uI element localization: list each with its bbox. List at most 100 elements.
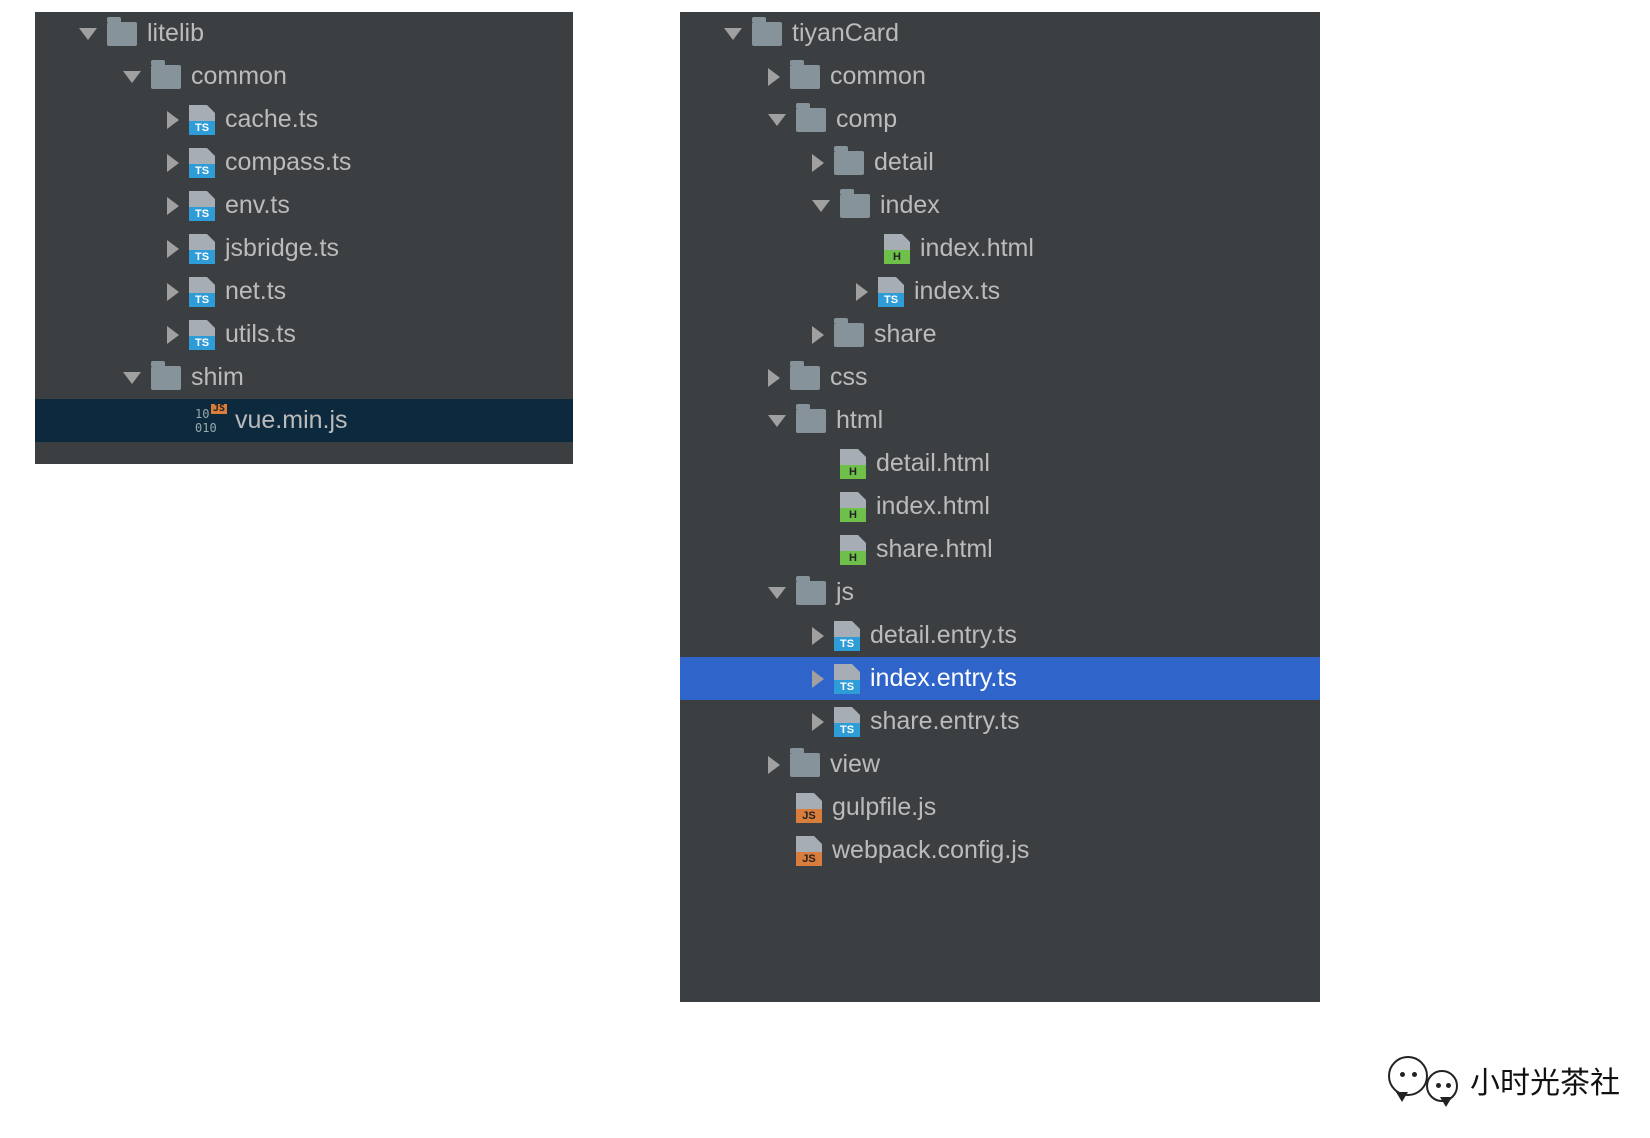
tree-file-selected[interactable]: 10010JS vue.min.js [35, 399, 573, 442]
watermark-text: 小时光茶社 [1470, 1058, 1620, 1102]
chevron-down-icon [123, 71, 141, 83]
tree-file[interactable]: H index.html [680, 227, 1320, 270]
tree-folder-html[interactable]: html [680, 399, 1320, 442]
file-label: share.entry.ts [870, 707, 1020, 736]
chevron-down-icon [79, 28, 97, 40]
chevron-right-icon [768, 68, 780, 86]
chevron-right-icon [167, 240, 179, 258]
tree-folder-shim[interactable]: shim [35, 356, 573, 399]
chevron-right-icon [167, 283, 179, 301]
tree-file[interactable]: TS share.entry.ts [680, 700, 1320, 743]
folder-icon [834, 151, 864, 175]
file-label: vue.min.js [235, 406, 348, 435]
folder-label: common [191, 62, 287, 91]
html-file-icon: H [840, 449, 866, 479]
tree-file[interactable]: JS webpack.config.js [680, 829, 1320, 872]
tree-file[interactable]: TS cache.ts [35, 98, 573, 141]
chevron-right-icon [812, 670, 824, 688]
tree-folder-detail[interactable]: detail [680, 141, 1320, 184]
tree-file[interactable]: TS env.ts [35, 184, 573, 227]
chevron-right-icon [167, 111, 179, 129]
folder-label: view [830, 750, 880, 779]
js-binary-file-icon: 10010JS [195, 406, 225, 436]
ts-file-icon: TS [189, 105, 215, 135]
folder-icon [752, 22, 782, 46]
chevron-right-icon [167, 197, 179, 215]
tree-file[interactable]: TS jsbridge.ts [35, 227, 573, 270]
tree-file-selected[interactable]: TS index.entry.ts [680, 657, 1320, 700]
folder-icon [840, 194, 870, 218]
file-label: index.html [920, 234, 1034, 263]
html-file-icon: H [840, 535, 866, 565]
tree-folder-common[interactable]: common [35, 55, 573, 98]
ts-file-icon: TS [878, 277, 904, 307]
tree-folder-common[interactable]: common [680, 55, 1320, 98]
file-label: utils.ts [225, 320, 296, 349]
ts-file-icon: TS [834, 664, 860, 694]
tree-folder-js[interactable]: js [680, 571, 1320, 614]
folder-label: detail [874, 148, 934, 177]
folder-icon [790, 753, 820, 777]
folder-label: tiyanCard [792, 19, 899, 48]
tree-file[interactable]: H index.html [680, 485, 1320, 528]
folder-label: html [836, 406, 883, 435]
chevron-right-icon [812, 154, 824, 172]
ts-file-icon: TS [189, 320, 215, 350]
tree-file[interactable]: TS index.ts [680, 270, 1320, 313]
tree-folder-css[interactable]: css [680, 356, 1320, 399]
file-label: env.ts [225, 191, 290, 220]
ts-file-icon: TS [189, 234, 215, 264]
chevron-right-icon [812, 713, 824, 731]
chevron-down-icon [123, 372, 141, 384]
html-file-icon: H [884, 234, 910, 264]
folder-label: share [874, 320, 937, 349]
folder-icon [796, 581, 826, 605]
tree-file[interactable]: H detail.html [680, 442, 1320, 485]
file-tree-panel-right: tiyanCard common comp detail index H ind… [680, 12, 1320, 1002]
folder-label: index [880, 191, 940, 220]
folder-label: comp [836, 105, 897, 134]
folder-icon [151, 366, 181, 390]
folder-label: js [836, 578, 854, 607]
file-label: index.entry.ts [870, 664, 1017, 693]
ts-file-icon: TS [834, 621, 860, 651]
tree-file[interactable]: TS utils.ts [35, 313, 573, 356]
file-label: gulpfile.js [832, 793, 936, 822]
wechat-icon [1388, 1052, 1458, 1108]
folder-label: shim [191, 363, 244, 392]
file-label: compass.ts [225, 148, 351, 177]
tree-folder-share[interactable]: share [680, 313, 1320, 356]
tree-file[interactable]: TS compass.ts [35, 141, 573, 184]
folder-icon [790, 366, 820, 390]
tree-file[interactable]: H share.html [680, 528, 1320, 571]
tree-folder-litelib[interactable]: litelib [35, 12, 573, 55]
file-tree-panel-left: litelib common TS cache.ts TS compass.ts… [35, 12, 573, 464]
folder-label: common [830, 62, 926, 91]
tree-folder-tiyancard[interactable]: tiyanCard [680, 12, 1320, 55]
tree-folder-comp[interactable]: comp [680, 98, 1320, 141]
tree-file[interactable]: TS net.ts [35, 270, 573, 313]
chevron-down-icon [768, 587, 786, 599]
chevron-down-icon [812, 200, 830, 212]
ts-file-icon: TS [189, 191, 215, 221]
folder-icon [107, 22, 137, 46]
folder-label: litelib [147, 19, 204, 48]
file-label: detail.html [876, 449, 990, 478]
tree-folder-index[interactable]: index [680, 184, 1320, 227]
folder-icon [790, 65, 820, 89]
file-label: jsbridge.ts [225, 234, 339, 263]
chevron-right-icon [167, 326, 179, 344]
ts-file-icon: TS [834, 707, 860, 737]
chevron-right-icon [812, 627, 824, 645]
folder-icon [796, 108, 826, 132]
watermark: 小时光茶社 [1388, 1052, 1620, 1108]
file-label: index.html [876, 492, 990, 521]
folder-label: css [830, 363, 868, 392]
file-label: share.html [876, 535, 993, 564]
tree-folder-view[interactable]: view [680, 743, 1320, 786]
chevron-right-icon [768, 369, 780, 387]
tree-file[interactable]: JS gulpfile.js [680, 786, 1320, 829]
chevron-right-icon [768, 756, 780, 774]
chevron-right-icon [856, 283, 868, 301]
tree-file[interactable]: TS detail.entry.ts [680, 614, 1320, 657]
